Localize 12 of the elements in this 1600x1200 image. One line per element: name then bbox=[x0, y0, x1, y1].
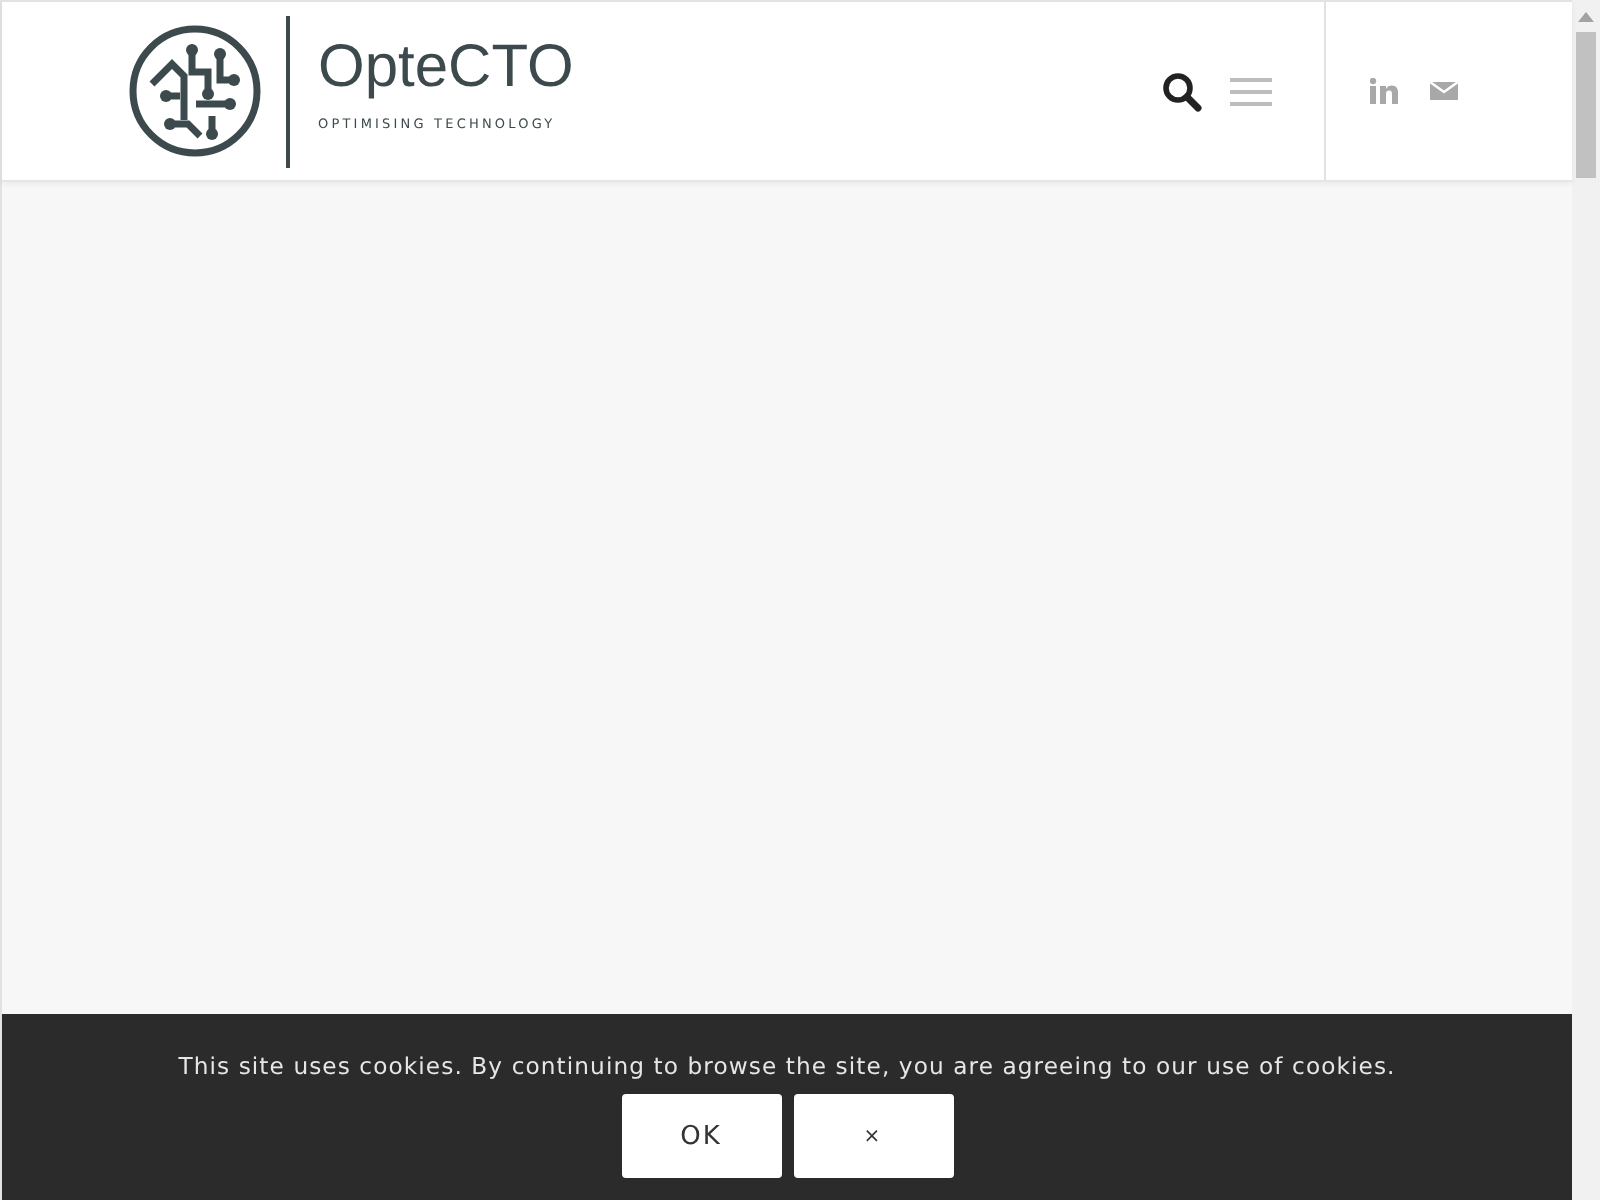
cookie-message: This site uses cookies. By continuing to browse the site, you are agreeing to our use of cookies. bbox=[178, 1052, 1396, 1080]
circuit-logo-icon bbox=[128, 24, 262, 158]
search-icon[interactable] bbox=[1162, 71, 1202, 111]
scrollbar[interactable] bbox=[1572, 0, 1600, 1200]
linkedin-icon[interactable] bbox=[1370, 78, 1398, 104]
scroll-up-icon[interactable] bbox=[1578, 10, 1594, 22]
brand-name[interactable]: OpteCTO bbox=[318, 35, 574, 99]
menu-icon[interactable] bbox=[1230, 77, 1272, 105]
accept-button[interactable]: OK bbox=[621, 1094, 781, 1178]
dismiss-button[interactable]: × bbox=[793, 1094, 953, 1178]
mail-icon[interactable] bbox=[1430, 82, 1458, 100]
scroll-thumb[interactable] bbox=[1576, 32, 1596, 178]
